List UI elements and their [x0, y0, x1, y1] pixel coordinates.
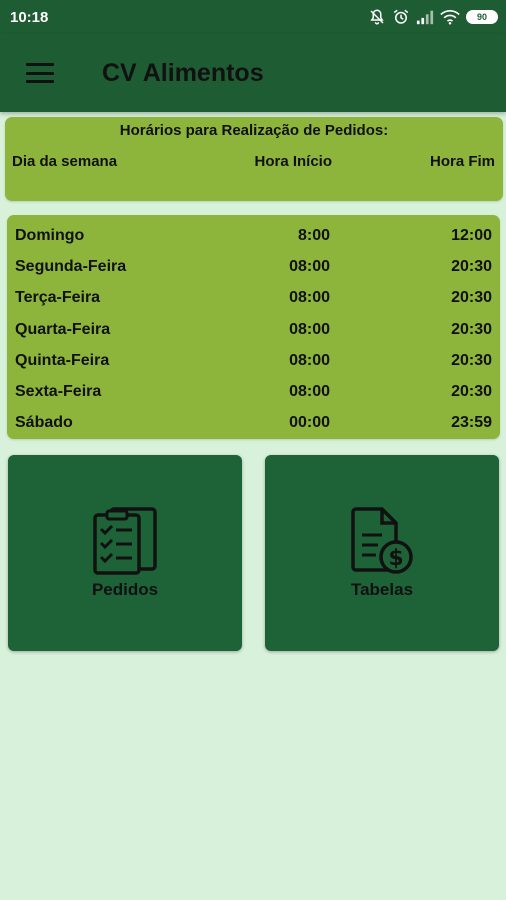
clipboard-checklist-icon — [89, 505, 161, 582]
schedule-row-tuesday: Terça-Feira 08:00 20:30 — [7, 283, 500, 311]
notification-muted-icon — [368, 8, 386, 26]
tables-label: Tabelas — [350, 580, 414, 599]
alarm-icon — [392, 8, 410, 26]
schedule-start: 08:00 — [289, 352, 330, 369]
schedule-row-sunday: Domingo 8:00 12:00 — [7, 221, 500, 249]
schedule-start: 00:00 — [289, 414, 330, 431]
status-time: 10:18 — [10, 8, 49, 26]
schedule-day: Segunda-Feira — [15, 258, 127, 275]
schedule-row-friday: Sexta-Feira 08:00 20:30 — [7, 377, 500, 405]
orders-button[interactable]: Pedidos — [8, 455, 242, 651]
signal-icon — [416, 9, 434, 25]
column-end-label: Hora Fim — [429, 153, 495, 170]
document-dollar-icon: $ — [346, 505, 418, 582]
tables-button[interactable]: $ Tabelas — [265, 455, 499, 651]
schedule-start: 08:00 — [289, 289, 330, 306]
schedule-row-saturday: Sábado 00:00 23:59 — [7, 408, 500, 436]
schedule-day: Domingo — [15, 227, 85, 244]
schedule-day: Sábado — [15, 414, 73, 431]
battery-icon: 90 — [466, 10, 498, 24]
schedule-start: 08:00 — [289, 258, 330, 275]
column-start-label: Hora Início — [254, 153, 332, 170]
schedule-end: 12:00 — [451, 227, 492, 244]
schedule-end: 20:30 — [451, 321, 492, 338]
schedule-start: 08:00 — [289, 321, 330, 338]
status-icons: 90 — [368, 8, 498, 26]
status-bar: 10:18 90 — [0, 0, 506, 34]
column-day-label: Dia da semana — [12, 153, 118, 170]
schedule-day: Sexta-Feira — [15, 383, 102, 400]
schedule-end: 20:30 — [451, 383, 492, 400]
orders-label: Pedidos — [91, 580, 159, 599]
schedule-row-wednesday: Quarta-Feira 08:00 20:30 — [7, 315, 500, 343]
schedule-heading: Horários para Realização de Pedidos: — [119, 122, 389, 139]
schedule-start: 08:00 — [289, 383, 330, 400]
schedule-end: 23:59 — [451, 414, 492, 431]
app-title: CV Alimentos — [102, 58, 264, 87]
schedule-row-thursday: Quinta-Feira 08:00 20:30 — [7, 346, 500, 374]
schedule-end: 20:30 — [451, 352, 492, 369]
schedule-header-card: Horários para Realização de Pedidos: Dia… — [5, 117, 503, 201]
hamburger-menu-icon[interactable] — [26, 63, 54, 83]
wifi-icon — [440, 9, 460, 25]
schedule-day: Quarta-Feira — [15, 321, 111, 338]
app-bar: CV Alimentos — [0, 34, 506, 112]
schedule-list: Domingo 8:00 12:00 Segunda-Feira 08:00 2… — [7, 215, 500, 439]
schedule-day: Terça-Feira — [15, 289, 101, 306]
schedule-start: 8:00 — [297, 227, 330, 244]
schedule-row-monday: Segunda-Feira 08:00 20:30 — [7, 252, 500, 280]
schedule-end: 20:30 — [451, 289, 492, 306]
svg-text:$: $ — [388, 546, 403, 571]
schedule-end: 20:30 — [451, 258, 492, 275]
schedule-day: Quinta-Feira — [15, 352, 110, 369]
